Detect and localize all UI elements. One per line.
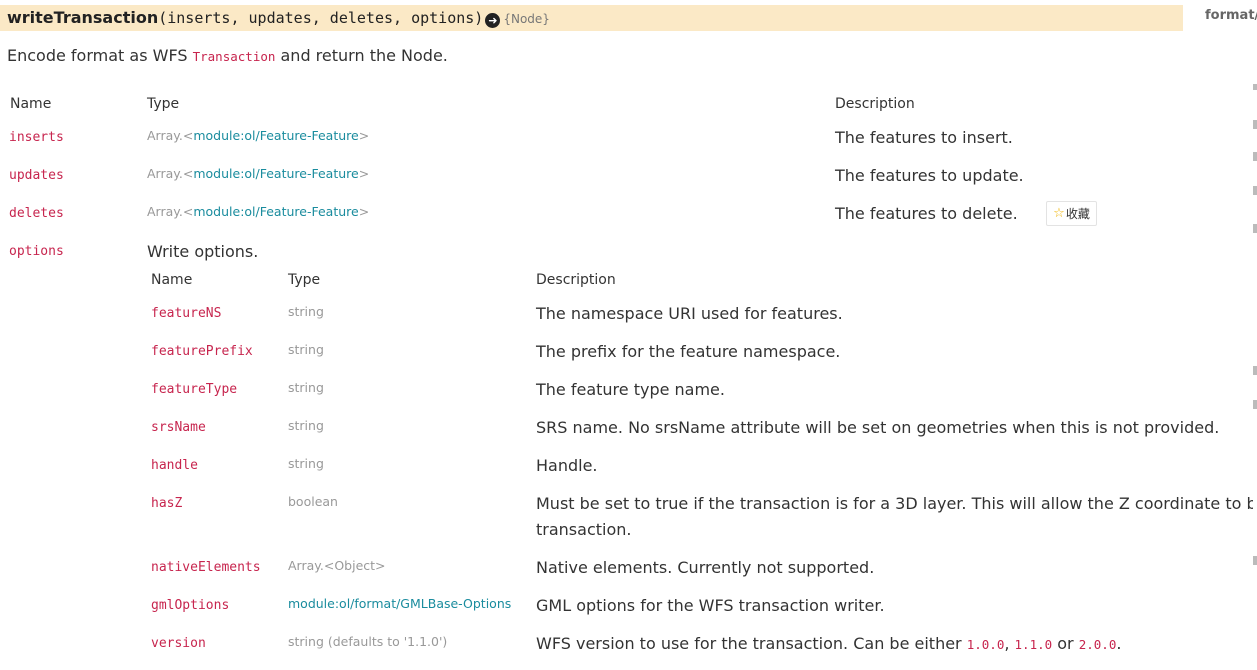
sidebar-edge	[1253, 84, 1257, 90]
sidebar-edge	[1253, 152, 1257, 161]
sidebar-edge	[1253, 556, 1257, 565]
option-description: The prefix for the feature namespace.	[536, 342, 841, 361]
option-name: featureNS	[151, 306, 222, 321]
options-header-type: Type	[288, 272, 321, 288]
option-type: string	[288, 342, 324, 357]
option-type: module:ol/format/GMLBase-Options	[288, 596, 511, 611]
transaction-code: Transaction	[192, 49, 276, 64]
option-description: WFS version to use for the transaction. …	[536, 634, 1122, 653]
option-description: Native elements. Currently not supported…	[536, 558, 875, 577]
option-description: The feature type name.	[536, 380, 725, 399]
param-name: options	[9, 244, 64, 259]
type-link[interactable]: module:ol/format/GMLBase-Options	[288, 596, 511, 611]
version-code: 1.1.0	[1014, 637, 1053, 652]
param-description: Write options.	[147, 242, 259, 261]
version-code: 2.0.0	[1078, 637, 1117, 652]
method-params: (inserts, updates, deletes, options)	[158, 9, 484, 27]
option-description: SRS name. No srsName attribute will be s…	[536, 418, 1220, 437]
option-name: handle	[151, 458, 198, 473]
type-link[interactable]: module:ol/Feature-Feature	[193, 128, 358, 143]
param-type: Array.<module:ol/Feature-Feature>	[147, 128, 370, 143]
param-description: The features to update.	[835, 166, 1024, 185]
option-type: string	[288, 380, 324, 395]
option-name: version	[151, 636, 206, 651]
sidebar-edge	[1253, 366, 1257, 375]
option-name: gmlOptions	[151, 598, 230, 613]
sidebar-edge	[1253, 186, 1257, 195]
method-description: Encode format as WFS Transaction and ret…	[7, 46, 448, 65]
method-signature: writeTransaction(inserts, updates, delet…	[7, 7, 550, 30]
option-name: srsName	[151, 420, 206, 435]
option-type: string	[288, 456, 324, 471]
param-type: Array.<module:ol/Feature-Feature>	[147, 166, 370, 181]
options-header-name: Name	[151, 272, 193, 288]
option-type: boolean	[288, 494, 338, 509]
source-link[interactable]: format/	[1205, 8, 1257, 23]
param-type: Array.<module:ol/Feature-Feature>	[147, 204, 370, 219]
params-header-type: Type	[147, 96, 180, 112]
option-name: featurePrefix	[151, 344, 253, 359]
options-header-description: Description	[536, 272, 616, 288]
option-type: string	[288, 418, 324, 433]
option-name: featureType	[151, 382, 238, 397]
option-name: hasZ	[151, 496, 183, 511]
option-description-continued: transaction.	[536, 520, 632, 539]
favorite-button[interactable]: ☆ 收藏	[1046, 201, 1097, 226]
option-type: string	[288, 304, 324, 319]
type-link[interactable]: module:ol/Feature-Feature	[193, 166, 358, 181]
param-description: The features to insert.	[835, 128, 1013, 147]
version-code: 1.0.0	[966, 637, 1005, 652]
params-header-description: Description	[835, 96, 915, 112]
option-description: Handle.	[536, 456, 598, 475]
sidebar-edge	[1253, 120, 1257, 129]
option-name: nativeElements	[151, 560, 261, 575]
option-description: Must be set to true if the transaction i…	[536, 494, 1253, 513]
option-type: Array.<Object>	[288, 558, 386, 573]
option-type: string (defaults to '1.1.0')	[288, 634, 448, 649]
option-description: GML options for the WFS transaction writ…	[536, 596, 885, 615]
param-description: The features to delete.	[835, 204, 1018, 223]
param-name: updates	[9, 168, 64, 183]
option-description: The namespace URI used for features.	[536, 304, 843, 323]
type-link[interactable]: module:ol/Feature-Feature	[193, 204, 358, 219]
star-icon: ☆	[1053, 206, 1065, 221]
sidebar-edge	[1253, 224, 1257, 233]
method-name[interactable]: writeTransaction	[7, 8, 158, 27]
params-header-name: Name	[10, 96, 52, 112]
arrow-right-circle-icon: ➜	[485, 13, 501, 28]
param-name: deletes	[9, 206, 64, 221]
sidebar-edge	[1253, 400, 1257, 409]
param-name: inserts	[9, 130, 64, 145]
return-type: {Node}	[503, 12, 550, 26]
